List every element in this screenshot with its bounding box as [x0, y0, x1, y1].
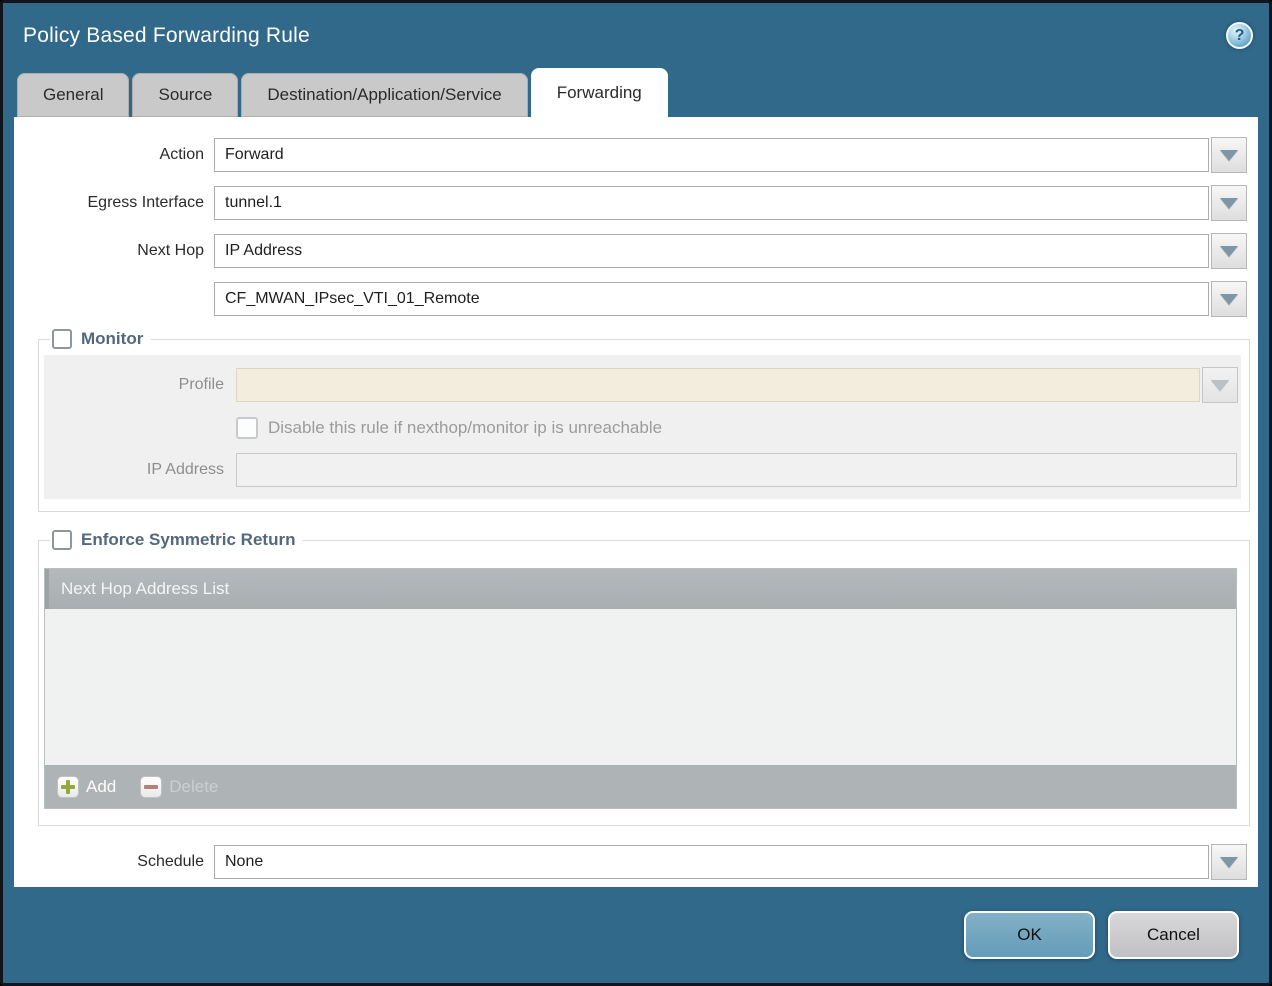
egress-interface-value: tunnel.1 — [225, 194, 282, 212]
forwarding-tab-panel: Action Forward Egress Interface tunnel.1… — [14, 117, 1258, 887]
schedule-row: Schedule None — [14, 844, 1247, 880]
next-hop-address-row: CF_MWAN_IPsec_VTI_01_Remote — [14, 281, 1247, 317]
next-hop-type-select[interactable]: IP Address — [214, 234, 1209, 268]
next-hop-address-dropdown-button[interactable] — [1211, 281, 1247, 317]
enforce-symmetric-return-title: Enforce Symmetric Return — [81, 530, 295, 550]
minus-icon — [140, 776, 162, 798]
action-row: Action Forward — [14, 137, 1247, 173]
chevron-down-icon — [1211, 380, 1229, 391]
schedule-value: None — [225, 853, 263, 871]
monitor-ip-address-label: IP Address — [44, 461, 236, 479]
egress-interface-row: Egress Interface tunnel.1 — [14, 185, 1247, 221]
dialog-title: Policy Based Forwarding Rule — [23, 24, 310, 48]
egress-interface-label: Egress Interface — [14, 194, 214, 212]
chevron-down-icon — [1220, 150, 1238, 161]
policy-based-forwarding-dialog: Policy Based Forwarding Rule ? General S… — [0, 0, 1272, 986]
delete-button: Delete — [140, 776, 218, 798]
disable-rule-label: Disable this rule if nexthop/monitor ip … — [268, 418, 662, 438]
next-hop-address-list-header: Next Hop Address List — [45, 569, 1236, 609]
chevron-down-icon — [1220, 857, 1238, 868]
next-hop-address-list-header-label: Next Hop Address List — [61, 579, 229, 599]
next-hop-address-value: CF_MWAN_IPsec_VTI_01_Remote — [225, 290, 480, 308]
tab-source[interactable]: Source — [132, 73, 238, 117]
next-hop-address-list-toolbar: Add Delete — [45, 765, 1236, 808]
add-button-label: Add — [86, 777, 116, 797]
next-hop-address-list-table: Next Hop Address List Add — [44, 568, 1237, 809]
tab-destination-application-service[interactable]: Destination/Application/Service — [241, 73, 527, 117]
monitor-panel: Profile Disable this rule if nexthop/mon… — [44, 355, 1241, 499]
monitor-checkbox[interactable] — [52, 329, 72, 349]
tab-forwarding[interactable]: Forwarding — [531, 68, 668, 117]
action-label: Action — [14, 146, 214, 164]
monitor-legend: Monitor — [50, 329, 151, 349]
egress-interface-select[interactable]: tunnel.1 — [214, 186, 1209, 220]
egress-interface-dropdown-button[interactable] — [1211, 185, 1247, 221]
next-hop-row: Next Hop IP Address — [14, 233, 1247, 269]
enforce-symmetric-return-section: Enforce Symmetric Return Next Hop Addres… — [38, 530, 1250, 826]
cancel-button[interactable]: Cancel — [1108, 911, 1239, 959]
action-dropdown-button[interactable] — [1211, 137, 1247, 173]
chevron-down-icon — [1220, 246, 1238, 257]
monitor-ip-address-input — [236, 453, 1237, 487]
dialog-footer: OK Cancel — [3, 887, 1269, 983]
tab-bar: General Source Destination/Application/S… — [3, 68, 1269, 117]
next-hop-address-select[interactable]: CF_MWAN_IPsec_VTI_01_Remote — [214, 282, 1209, 316]
monitor-section: Monitor Profile Disable this rule if nex… — [38, 329, 1250, 512]
question-mark-glyph: ? — [1235, 27, 1245, 45]
monitor-profile-select — [236, 368, 1200, 402]
schedule-dropdown-button[interactable] — [1211, 844, 1247, 880]
help-icon[interactable]: ? — [1226, 22, 1253, 49]
next-hop-type-value: IP Address — [225, 242, 302, 260]
enforce-symmetric-return-legend: Enforce Symmetric Return — [50, 530, 303, 550]
monitor-disable-rule-row: Disable this rule if nexthop/monitor ip … — [44, 417, 1238, 439]
chevron-down-icon — [1220, 198, 1238, 209]
monitor-title: Monitor — [81, 329, 143, 349]
action-value: Forward — [225, 146, 284, 164]
plus-icon — [57, 776, 79, 798]
next-hop-dropdown-button[interactable] — [1211, 233, 1247, 269]
add-button[interactable]: Add — [57, 776, 116, 798]
next-hop-address-list-body — [45, 609, 1236, 765]
schedule-select[interactable]: None — [214, 845, 1209, 879]
monitor-ip-address-row: IP Address — [44, 453, 1238, 487]
action-select[interactable]: Forward — [214, 138, 1209, 172]
enforce-symmetric-return-checkbox[interactable] — [52, 530, 72, 550]
disable-rule-checkbox — [236, 417, 258, 439]
schedule-label: Schedule — [14, 853, 214, 871]
monitor-profile-row: Profile — [44, 367, 1238, 403]
next-hop-label: Next Hop — [14, 242, 214, 260]
tab-general[interactable]: General — [17, 73, 129, 117]
delete-button-label: Delete — [169, 777, 218, 797]
chevron-down-icon — [1220, 294, 1238, 305]
ok-button[interactable]: OK — [964, 911, 1095, 959]
dialog-titlebar: Policy Based Forwarding Rule ? — [3, 3, 1269, 68]
monitor-profile-label: Profile — [44, 376, 236, 394]
monitor-profile-dropdown-button — [1202, 367, 1238, 403]
